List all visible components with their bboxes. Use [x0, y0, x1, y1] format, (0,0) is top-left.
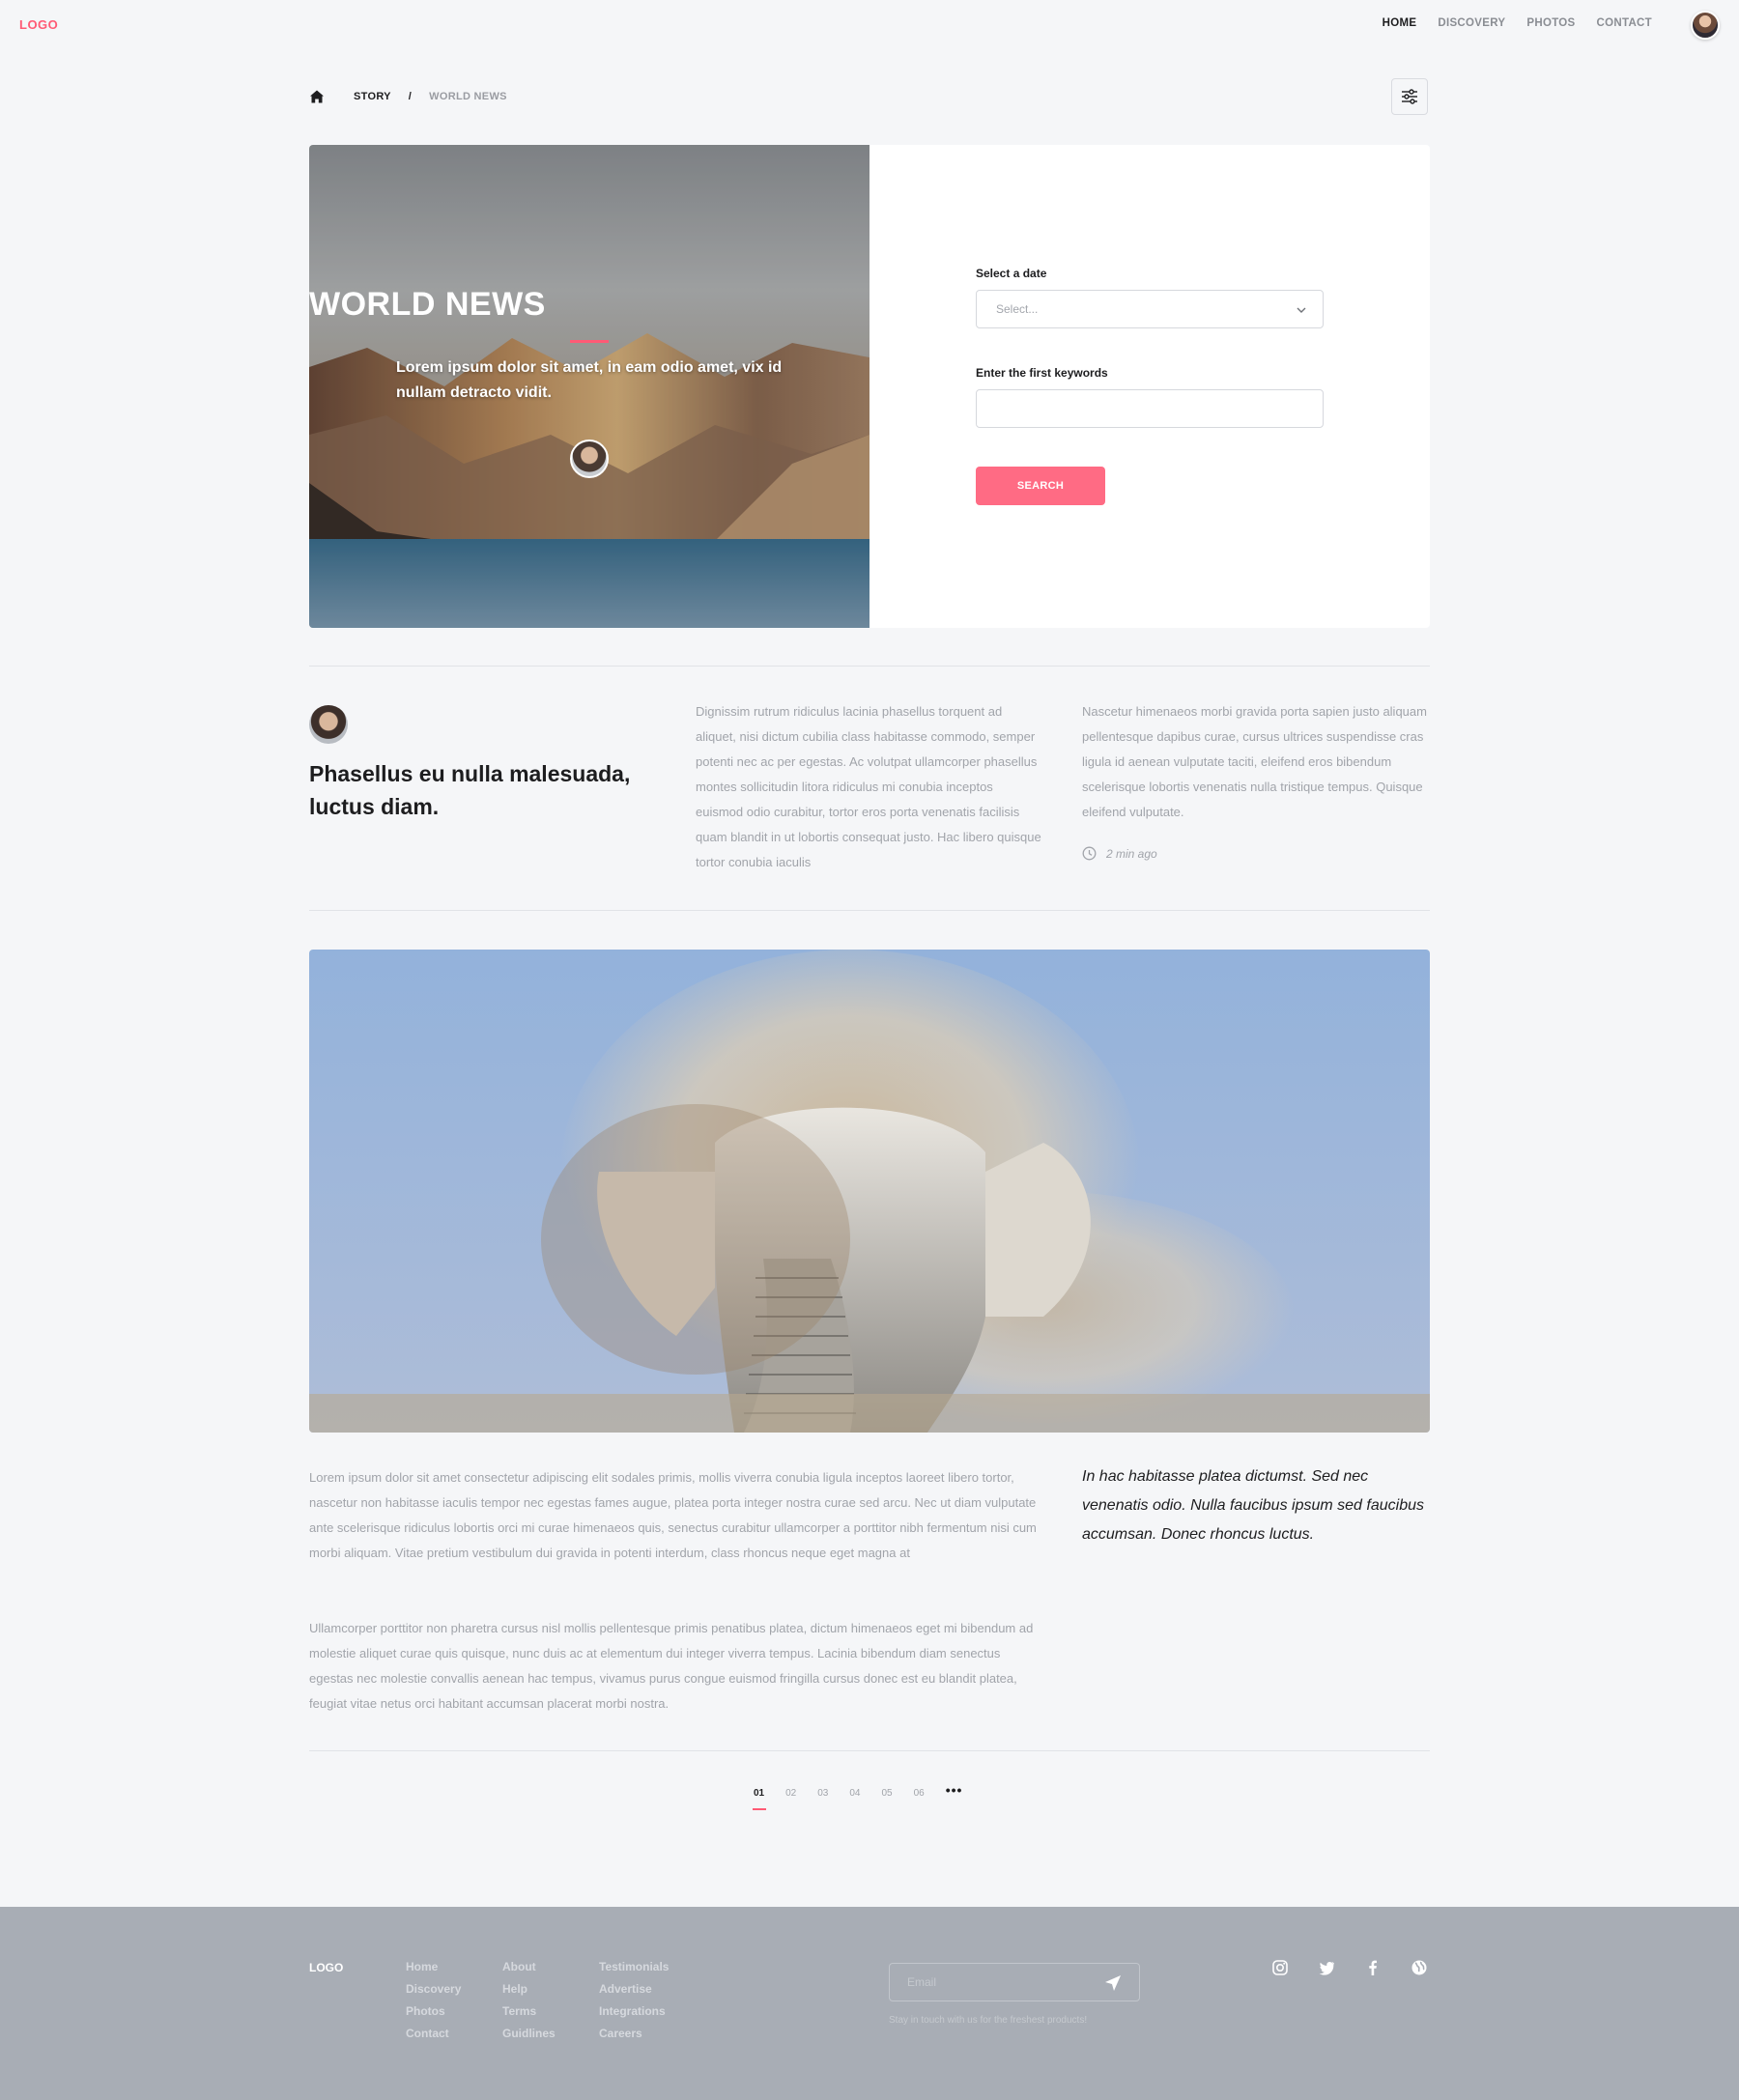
footer-link-guidlines[interactable]: Guidlines — [502, 2027, 556, 2040]
page-04[interactable]: 04 — [849, 1788, 860, 1799]
divider — [309, 1750, 1430, 1751]
footer-link-integrations[interactable]: Integrations — [599, 2004, 669, 2018]
divider — [309, 910, 1430, 911]
sliders-icon — [1402, 89, 1417, 104]
hero-subtitle: Lorem ipsum dolor sit amet, in eam odio … — [396, 359, 783, 401]
breadcrumb-story[interactable]: STORY — [354, 91, 391, 102]
footer-link-advertise[interactable]: Advertise — [599, 1982, 669, 1996]
footer-logo[interactable]: LOGO — [309, 1961, 343, 1974]
page-05[interactable]: 05 — [882, 1788, 893, 1799]
divider — [309, 666, 1430, 667]
more-pages-icon[interactable]: ••• — [946, 1782, 963, 1798]
search-form: Select a date Select... Enter the first … — [976, 145, 1401, 628]
email-placeholder: Email — [907, 1975, 937, 1989]
footer: LOGO Home Discovery Photos Contact About… — [0, 1907, 1739, 2100]
twitter-icon[interactable] — [1318, 1959, 1335, 1976]
filter-button[interactable] — [1391, 78, 1428, 115]
globe-icon[interactable] — [1411, 1959, 1428, 1976]
send-icon[interactable] — [1104, 1974, 1122, 1992]
article-time: 2 min ago — [1082, 846, 1157, 861]
nav-contact[interactable]: CONTACT — [1597, 17, 1652, 29]
footer-column-2: About Help Terms Guidlines — [502, 1960, 556, 2040]
breadcrumb-separator: / — [408, 91, 413, 102]
pagination: 01 02 03 04 05 06 ••• — [752, 1782, 963, 1810]
hero-underline — [570, 340, 609, 343]
body-paragraph-2: Ullamcorper porttitor non pharetra cursu… — [309, 1621, 1034, 1711]
date-select[interactable]: Select... — [976, 290, 1324, 328]
breadcrumb: STORY / WORLD NEWS — [309, 87, 507, 106]
keywords-label: Enter the first keywords — [976, 366, 1108, 380]
footer-link-terms[interactable]: Terms — [502, 2004, 556, 2018]
page-02[interactable]: 02 — [785, 1788, 796, 1799]
article-column-1: Dignissim rutrum ridiculus lacinia phase… — [696, 704, 1041, 869]
nav-photos[interactable]: PHOTOS — [1526, 17, 1575, 29]
page-01[interactable]: 01 — [752, 1788, 767, 1810]
footer-link-about[interactable]: About — [502, 1960, 556, 1973]
body-paragraph-1: Lorem ipsum dolor sit amet consectetur a… — [309, 1470, 1037, 1560]
hero-card: WORLD NEWS Lorem ipsum dolor sit amet, i… — [309, 145, 1430, 628]
footer-link-careers[interactable]: Careers — [599, 2027, 669, 2040]
main-nav: HOME DISCOVERY PHOTOS CONTACT — [1383, 17, 1652, 29]
footer-link-contact[interactable]: Contact — [406, 2027, 461, 2040]
author-avatar[interactable] — [309, 705, 348, 744]
newsletter-note: Stay in touch with us for the freshest p… — [889, 2015, 1088, 2026]
newsletter-email-input[interactable]: Email — [889, 1963, 1140, 2001]
breadcrumb-world-news: WORLD NEWS — [429, 91, 507, 102]
date-label: Select a date — [976, 267, 1047, 280]
time-text: 2 min ago — [1106, 846, 1157, 861]
article-title: Phasellus eu nulla malesuada, luctus dia… — [309, 761, 631, 819]
logo[interactable]: LOGO — [19, 17, 58, 32]
facebook-icon[interactable] — [1364, 1959, 1382, 1976]
hero-title: WORLD NEWS — [309, 286, 546, 323]
keywords-input[interactable] — [976, 389, 1324, 428]
clock-icon — [1082, 846, 1097, 861]
instagram-icon[interactable] — [1271, 1959, 1289, 1976]
footer-link-photos[interactable]: Photos — [406, 2004, 461, 2018]
nav-discovery[interactable]: DISCOVERY — [1438, 17, 1505, 29]
footer-link-help[interactable]: Help — [502, 1982, 556, 1996]
hero-author-avatar[interactable] — [570, 440, 609, 478]
footer-link-home[interactable]: Home — [406, 1960, 461, 1973]
search-button[interactable]: SEARCH — [976, 467, 1105, 505]
page-03[interactable]: 03 — [817, 1788, 828, 1799]
page-06[interactable]: 06 — [914, 1788, 925, 1799]
social-links — [1271, 1959, 1428, 1976]
date-select-placeholder: Select... — [996, 302, 1039, 316]
nav-home[interactable]: HOME — [1383, 17, 1417, 29]
footer-link-testimonials[interactable]: Testimonials — [599, 1960, 669, 1973]
chevron-down-icon — [1297, 307, 1306, 313]
top-bar: LOGO HOME DISCOVERY PHOTOS CONTACT — [0, 0, 1739, 48]
article-column-2: Nascetur himenaeos morbi gravida porta s… — [1082, 704, 1427, 819]
elephant-image — [309, 950, 1430, 1433]
footer-column-3: Testimonials Advertise Integrations Care… — [599, 1960, 669, 2040]
footer-column-1: Home Discovery Photos Contact — [406, 1960, 461, 2040]
hero-image: WORLD NEWS Lorem ipsum dolor sit amet, i… — [309, 145, 870, 628]
home-icon[interactable] — [309, 89, 325, 104]
footer-link-discovery[interactable]: Discovery — [406, 1982, 461, 1996]
user-avatar[interactable] — [1691, 11, 1720, 40]
pull-quote: In hac habitasse platea dictumst. Sed ne… — [1082, 1468, 1424, 1543]
